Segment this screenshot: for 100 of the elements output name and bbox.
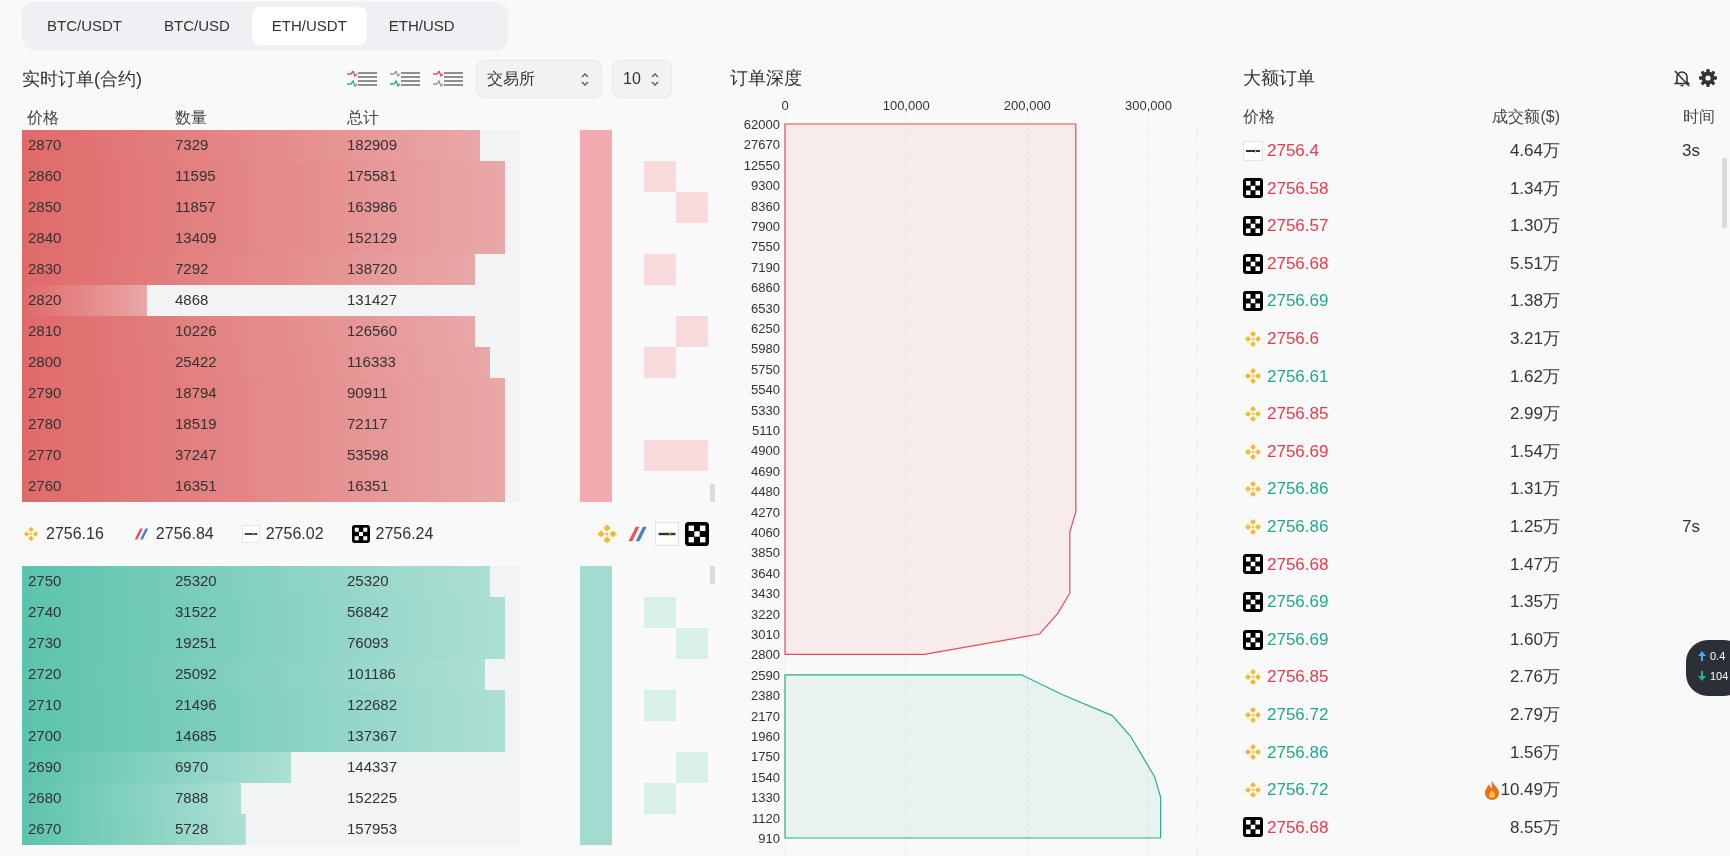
price-cell-text: 2680 (27, 788, 63, 809)
axis-tick-label: 9300 (751, 178, 780, 194)
total-cell-text: 157953 (347, 819, 398, 840)
price-cell-text: 2760 (27, 476, 63, 497)
price-cell-text: 2756.57 (1267, 215, 1329, 238)
quantity-cell-text: 6970 (175, 757, 210, 778)
total-cell-text: 182909 (347, 135, 398, 156)
price-cell-text: 2756.68 (1267, 553, 1329, 576)
widget-value: 0.4 (1710, 649, 1726, 664)
amount-cell-text: 1.31万 (1509, 478, 1560, 501)
axis-tick-label: 910 (758, 831, 780, 846)
price-cell-text: 2756.58 (1267, 177, 1329, 200)
price-cell-text: 2756.61 (1267, 365, 1329, 388)
pair-tab[interactable]: BTC/USDT (27, 7, 142, 45)
axis-tick-label: 5540 (751, 382, 780, 398)
axis-tick-label: 0 (781, 98, 789, 113)
column-header: 价格 (1243, 107, 1276, 127)
list-view-icon[interactable] (433, 71, 463, 87)
amount-cell-text: 3.21万 (1509, 328, 1560, 350)
quantity-cell-text: 25320 (175, 571, 218, 592)
widget-value: 104 (1710, 669, 1729, 684)
pair-tab[interactable]: ETH/USD (368, 7, 475, 45)
time-cell: 3s (1682, 141, 1700, 161)
scrollbar (710, 484, 715, 502)
heatmap-cell (644, 161, 676, 192)
exchange-price: 2756.24 (375, 524, 434, 544)
bell-off-icon[interactable] (1672, 68, 1692, 88)
price-cell-text: 2756.86 (1267, 516, 1329, 538)
pair-tab[interactable]: ETH/USDT (251, 7, 367, 45)
settings-icon[interactable] (1698, 68, 1718, 88)
axis-tick-label: 7900 (751, 219, 780, 234)
axis-tick-label: 6250 (751, 321, 780, 336)
chart-title: 订单深度 (730, 66, 803, 90)
price-cell-text: 2756.86 (1267, 741, 1329, 764)
total-cell-text: 137367 (347, 726, 398, 747)
exchange-select[interactable]: 交易所 (476, 60, 602, 98)
price-cell-text: 2810 (27, 321, 63, 342)
heatmap-cell (644, 597, 676, 628)
amount-cell-text: 2.99万 (1509, 403, 1560, 426)
quantity-cell-text: 14685 (175, 726, 218, 747)
total-cell-text: 56842 (347, 602, 389, 623)
total-cell-text: 175581 (347, 166, 398, 187)
quantity-cell-text: 21496 (175, 695, 218, 716)
quantity-cell-text: 19251 (175, 633, 218, 654)
list-view-icon[interactable] (347, 71, 377, 87)
axis-tick-label: 3220 (751, 606, 780, 622)
time-cell: 7s (1682, 517, 1700, 536)
quantity-cell-text: 18794 (175, 383, 218, 404)
quantity-cell-text: 13409 (175, 228, 218, 249)
column-header: 时间 (1682, 107, 1715, 127)
axis-tick-label: 4480 (751, 484, 780, 500)
total-cell-text: 144337 (347, 757, 398, 778)
pair-tab[interactable]: BTC/USD (144, 7, 250, 45)
quantity-cell-text: 25422 (175, 352, 218, 373)
quantity-cell-text: 25092 (175, 664, 218, 685)
quantity-cell-text: 10226 (175, 321, 218, 342)
price-cell-text: 2756.85 (1267, 403, 1329, 426)
axis-tick-label: 1750 (751, 749, 780, 765)
amount-cell-text: 1.38万 (1509, 290, 1560, 313)
amount-cell-text: 5.51万 (1509, 252, 1560, 275)
total-cell-text: 72117 (347, 414, 388, 435)
amount-cell-text: 1.34万 (1509, 177, 1560, 200)
price-cell-text: 2756.72 (1267, 703, 1329, 726)
heatmap-cell (676, 192, 708, 223)
column-header: 总计 (347, 108, 379, 128)
price-cell-text: 2820 (27, 290, 63, 311)
scrollbar (710, 566, 715, 584)
total-cell-text: 53598 (347, 445, 389, 466)
price-cell-text: 2756.69 (1267, 440, 1329, 463)
axis-tick-label: 1960 (751, 729, 780, 744)
total-cell-text: 101186 (347, 664, 396, 685)
price-cell-text: 2790 (27, 383, 63, 404)
axis-tick-label: 12550 (743, 157, 780, 173)
quantity-cell-text: 7329 (175, 135, 210, 156)
price-cell-text: 2780 (27, 414, 63, 435)
axis-tick-label: 62000 (743, 117, 780, 132)
heatmap-cell (644, 254, 676, 285)
scrollbar (1722, 158, 1727, 228)
price-cell-text: 2756.69 (1267, 591, 1329, 614)
heatmap-cell (676, 628, 708, 659)
exchange-price: 2756.16 (46, 524, 104, 544)
price-cell-text: 2670 (27, 819, 63, 840)
total-cell-text: 152129 (347, 228, 398, 249)
list-view-icon[interactable] (390, 71, 420, 87)
price-cell-text: 2690 (27, 757, 63, 778)
price-cell-text: 2756.69 (1267, 290, 1329, 313)
column-header: 成交额($) (1491, 107, 1560, 127)
axis-tick-label: 300,000 (1125, 98, 1173, 113)
axis-tick-label: 1330 (751, 790, 780, 806)
depth-select[interactable]: 10 (612, 60, 672, 98)
total-cell-text: 16351 (347, 476, 389, 497)
amount-cell-text: 1.35万 (1509, 591, 1560, 614)
total-cell-text: 116333 (347, 352, 396, 373)
price-cell-text: 2770 (27, 445, 63, 466)
price-cell-text: 2840 (27, 228, 63, 249)
amount-cell-text: 1.47万 (1509, 553, 1560, 576)
heatmap-cell (676, 316, 708, 347)
total-cell-text: 163986 (347, 197, 398, 218)
total-cell-text: 138720 (347, 259, 398, 280)
axis-tick-label: 2170 (751, 708, 780, 724)
